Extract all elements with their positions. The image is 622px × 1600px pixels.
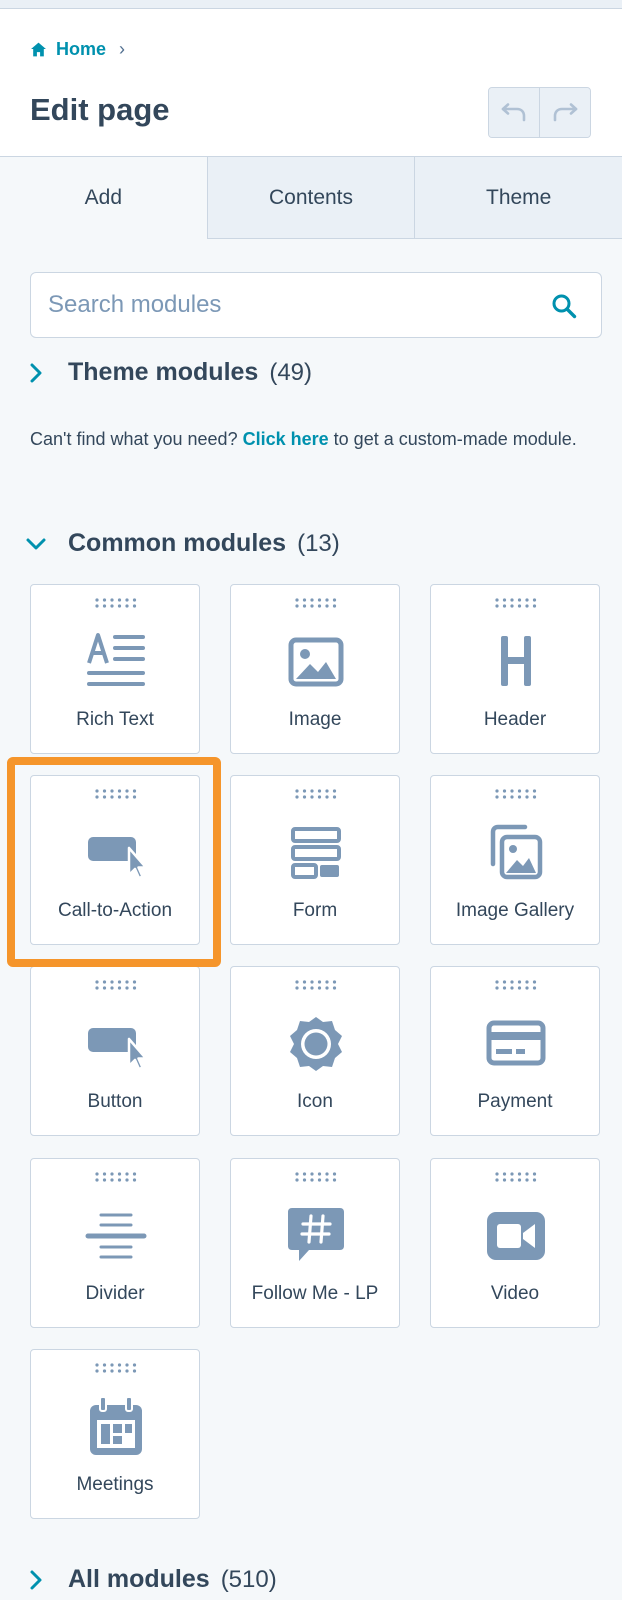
module-card-image[interactable]: Image	[230, 584, 400, 754]
button-icon	[88, 1028, 148, 1071]
module-card-button[interactable]: Button	[30, 966, 200, 1136]
section-count: (13)	[297, 529, 340, 557]
module-label: Image	[288, 709, 342, 730]
rich-text-icon	[87, 633, 145, 686]
undo-icon	[501, 102, 526, 121]
help-text: to get a custom-made module.	[333, 429, 577, 449]
chevron-right-icon	[30, 1570, 42, 1589]
module-label: Header	[483, 709, 547, 730]
divider-icon	[85, 1213, 147, 1259]
module-card-divider[interactable]: Divider	[30, 1158, 200, 1328]
calendar-icon	[90, 1396, 142, 1455]
custom-module-help: Can't find what you need? Click here to …	[30, 420, 602, 458]
breadcrumb-separator: ›	[119, 39, 126, 59]
call-to-action-highlight	[7, 757, 221, 967]
home-icon	[31, 42, 46, 57]
section-theme-modules[interactable]: Theme modules (49)	[25, 358, 312, 387]
badge-icon	[290, 1017, 342, 1071]
module-card-form[interactable]: Form	[230, 775, 400, 945]
history-controls	[488, 87, 591, 138]
chevron-right-icon	[30, 363, 42, 382]
module-card-video[interactable]: Video	[430, 1158, 600, 1328]
drag-handle-icon[interactable]	[494, 788, 538, 800]
drag-handle-icon[interactable]	[494, 597, 538, 609]
breadcrumb-home-link[interactable]: Home	[56, 39, 106, 60]
drag-handle-icon[interactable]	[94, 979, 138, 991]
drag-handle-icon[interactable]	[94, 1362, 138, 1374]
redo-button[interactable]	[539, 88, 590, 137]
drag-handle-icon[interactable]	[294, 979, 338, 991]
video-camera-icon	[487, 1212, 545, 1260]
module-label: Follow Me - LP	[251, 1283, 379, 1304]
click-here-link[interactable]: Click here	[243, 429, 329, 449]
breadcrumb: Home ›	[30, 39, 125, 60]
image-gallery-icon	[490, 824, 543, 880]
module-label: Video	[490, 1283, 540, 1304]
image-icon	[288, 637, 344, 687]
page-title: Edit page	[30, 92, 170, 127]
section-title: Theme modules	[68, 358, 259, 386]
header-icon	[501, 636, 531, 686]
module-label: Payment	[477, 1091, 553, 1112]
help-text: Can't find what you need?	[30, 429, 238, 449]
search-icon[interactable]	[551, 293, 577, 319]
top-strip	[0, 0, 622, 9]
search-box	[30, 272, 602, 338]
module-card-meetings[interactable]: Meetings	[30, 1349, 200, 1519]
section-title: Common modules	[68, 529, 287, 557]
drag-handle-icon[interactable]	[494, 979, 538, 991]
section-common-modules[interactable]: Common modules (13)	[25, 529, 340, 558]
drag-handle-icon[interactable]	[294, 1171, 338, 1183]
drag-handle-icon[interactable]	[94, 597, 138, 609]
hashtag-chat-icon	[288, 1208, 344, 1261]
section-count: (510)	[220, 1565, 277, 1593]
drag-handle-icon[interactable]	[294, 597, 338, 609]
form-icon	[291, 827, 341, 879]
credit-card-icon	[486, 1020, 546, 1066]
tab-contents[interactable]: Contents	[206, 157, 415, 239]
module-label: Rich Text	[76, 709, 154, 730]
search-input[interactable]	[48, 273, 528, 337]
editor-header: Home › Edit page	[0, 9, 622, 157]
chevron-down-icon	[26, 538, 46, 549]
panel-tabs: Add Contents Theme	[0, 157, 622, 239]
module-label: Divider	[85, 1283, 145, 1304]
module-label: Button	[87, 1091, 143, 1112]
undo-button[interactable]	[489, 88, 539, 137]
section-count: (49)	[269, 358, 313, 386]
section-title: All modules	[68, 1565, 210, 1593]
module-card-rich-text[interactable]: Rich Text	[30, 584, 200, 754]
module-card-icon[interactable]: Icon	[230, 966, 400, 1136]
drag-handle-icon[interactable]	[494, 1171, 538, 1183]
module-label: Meetings	[76, 1474, 154, 1495]
drag-handle-icon[interactable]	[94, 1171, 138, 1183]
module-label: Image Gallery	[455, 900, 575, 921]
redo-icon	[553, 102, 578, 121]
module-card-header[interactable]: Header	[430, 584, 600, 754]
module-label: Icon	[297, 1091, 333, 1112]
module-card-follow-me[interactable]: Follow Me - LP	[230, 1158, 400, 1328]
module-card-image-gallery[interactable]: Image Gallery	[430, 775, 600, 945]
tab-theme[interactable]: Theme	[414, 157, 622, 239]
tab-add[interactable]: Add	[0, 157, 207, 239]
module-card-payment[interactable]: Payment	[430, 966, 600, 1136]
section-all-modules[interactable]: All modules (510)	[25, 1565, 277, 1594]
drag-handle-icon[interactable]	[294, 788, 338, 800]
module-label: Form	[292, 900, 338, 921]
